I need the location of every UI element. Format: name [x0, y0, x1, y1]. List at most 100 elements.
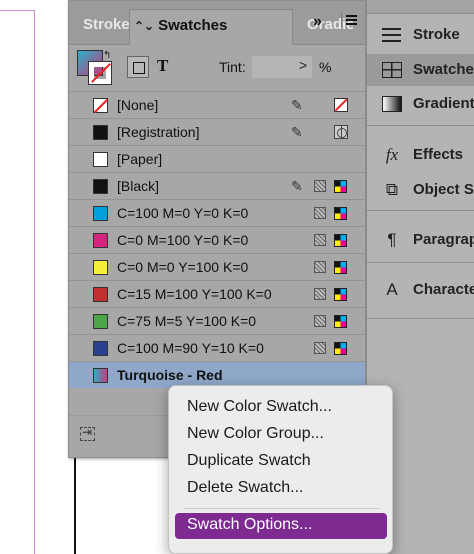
- margin-guide-left: [34, 10, 35, 554]
- tab-stroke-label: Stroke: [83, 16, 129, 33]
- dock-item-swatches[interactable]: Swatches: [367, 54, 474, 86]
- swatch-label: C=100 M=90 Y=10 K=0: [117, 340, 264, 356]
- stroke-swatch-icon[interactable]: [88, 61, 112, 85]
- dock-item-paragraph-styles[interactable]: ¶ Paragraph Styles: [367, 224, 474, 256]
- process-color-icon: [314, 180, 326, 192]
- menu-item-label: Delete Swatch...: [187, 479, 304, 496]
- tint-label: Tint:: [219, 59, 246, 75]
- swatch-color-chip: [93, 125, 108, 140]
- hamburger-icon: [346, 23, 357, 25]
- menu-item-swatch-options[interactable]: Swatch Options...: [175, 513, 387, 539]
- process-color-icon: [314, 288, 326, 300]
- swatch-color-chip: [93, 368, 108, 383]
- swatch-color-chip: [93, 233, 108, 248]
- formatting-text-button[interactable]: T: [157, 56, 168, 76]
- tab-stroke[interactable]: Stroke: [79, 9, 129, 45]
- dock-item-object-styles[interactable]: ⧉ Object Styles: [367, 174, 474, 206]
- character-styles-icon: A: [386, 280, 398, 299]
- swap-fill-stroke-icon[interactable]: ↰: [103, 50, 111, 61]
- show-swatch-kinds-icon[interactable]: [80, 425, 95, 441]
- swatch-label: C=15 M=100 Y=100 K=0: [117, 286, 272, 302]
- swatch-label: C=100 M=0 Y=0 K=0: [117, 205, 249, 221]
- swatch-label: C=75 M=5 Y=100 K=0: [117, 313, 257, 329]
- grid-icon: [381, 60, 403, 80]
- swatch-row[interactable]: [Black] ✎: [69, 172, 365, 199]
- swatch-label: [Black]: [117, 178, 160, 194]
- dock-item-label: Gradient: [413, 95, 474, 112]
- swatch-context-menu: New Color Swatch... New Color Group... Dup…: [168, 385, 393, 554]
- lines-icon: [381, 25, 403, 45]
- process-color-icon: [314, 342, 326, 354]
- dock-item-character-styles[interactable]: A Character Styles: [367, 274, 474, 306]
- dock-item-gradient[interactable]: Gradient: [367, 88, 474, 120]
- process-color-icon: [314, 207, 326, 219]
- swatch-color-chip: [93, 341, 108, 356]
- swatch-row[interactable]: C=100 M=0 Y=0 K=0: [69, 199, 365, 226]
- menu-item-label: New Color Group...: [187, 425, 324, 442]
- swatch-row[interactable]: C=15 M=100 Y=100 K=0: [69, 280, 365, 307]
- margin-guide-top: [0, 10, 35, 11]
- menu-item-label: Swatch Options...: [187, 516, 313, 533]
- swatch-color-chip: [93, 98, 108, 113]
- line-bar: [382, 28, 401, 30]
- menu-item-new-color-swatch[interactable]: New Color Swatch...: [175, 395, 387, 421]
- swatch-label: C=0 M=0 Y=100 K=0: [117, 259, 249, 275]
- dock-header: [367, 0, 474, 14]
- menu-item-delete-swatch[interactable]: Delete Swatch...: [175, 476, 387, 502]
- swatch-row[interactable]: C=0 M=0 Y=100 K=0: [69, 253, 365, 280]
- swatch-row[interactable]: Turquoise - Red: [69, 361, 365, 388]
- tint-percent-label: %: [319, 59, 332, 75]
- menu-item-label: New Color Swatch...: [187, 398, 332, 415]
- no-edit-icon: ✎: [291, 124, 303, 140]
- process-color-icon: [314, 315, 326, 327]
- tab-swatches-label: Swatches: [158, 17, 228, 34]
- swatch-color-chip: [93, 260, 108, 275]
- tint-slider-arrow[interactable]: >: [299, 57, 307, 73]
- dock-separator: [367, 210, 474, 211]
- swatch-row[interactable]: [Paper]: [69, 145, 365, 172]
- menu-separator: [183, 508, 379, 509]
- dock-item-label: Character Styles: [413, 281, 474, 298]
- dock-item-label: Effects: [413, 146, 464, 163]
- registration-mode-icon: [334, 125, 348, 139]
- menu-item-new-color-group[interactable]: New Color Group...: [175, 422, 387, 448]
- swatch-row[interactable]: C=100 M=90 Y=10 K=0: [69, 334, 365, 361]
- swatch-row[interactable]: [None] ✎: [69, 91, 365, 118]
- cmyk-mode-icon: [334, 207, 347, 220]
- swatch-color-chip: [93, 179, 108, 194]
- swatch-row[interactable]: C=75 M=5 Y=100 K=0: [69, 307, 365, 334]
- hamburger-icon: [346, 19, 357, 21]
- hamburger-icon: [346, 15, 357, 17]
- formatting-container-button[interactable]: [127, 56, 149, 78]
- cmyk-mode-icon: [334, 342, 347, 355]
- swatch-row[interactable]: C=0 M=100 Y=0 K=0: [69, 226, 365, 253]
- cmyk-mode-icon: [334, 234, 347, 247]
- collapse-panel-button[interactable]: »: [313, 13, 322, 31]
- gradient-icon: [381, 94, 403, 114]
- swatch-color-chip: [93, 287, 108, 302]
- swatch-label: [None]: [117, 97, 159, 113]
- gradient-glyph: [382, 96, 402, 112]
- process-color-icon: [314, 234, 326, 246]
- fx-icon: fx: [385, 145, 399, 164]
- swatch-row[interactable]: [Registration] ✎: [69, 118, 365, 145]
- dock-item-effects[interactable]: fx Effects: [367, 139, 474, 171]
- menu-item-duplicate-swatch[interactable]: Duplicate Swatch: [175, 449, 387, 475]
- dock-separator: [367, 318, 474, 319]
- cmyk-mode-icon: [334, 180, 347, 193]
- dock-item-label: Stroke: [413, 26, 460, 43]
- paragraph-styles-icon: ¶: [387, 230, 397, 249]
- no-edit-icon: ✎: [291, 97, 303, 113]
- tab-swatches[interactable]: ⌃⌄ Swatches: [129, 9, 293, 45]
- no-edit-icon: ✎: [291, 178, 303, 194]
- sort-arrows-icon: ⌃⌄: [134, 19, 155, 33]
- panel-menu-button[interactable]: [341, 13, 357, 27]
- line-bar: [382, 34, 401, 36]
- dock-item-stroke[interactable]: Stroke: [367, 19, 474, 51]
- cmyk-mode-icon: [334, 315, 347, 328]
- swatch-color-chip: [93, 152, 108, 167]
- process-color-icon: [314, 261, 326, 273]
- dock-item-label: Paragraph Styles: [413, 231, 474, 248]
- object-styles-icon: ⧉: [385, 180, 399, 199]
- line-bar: [382, 40, 401, 42]
